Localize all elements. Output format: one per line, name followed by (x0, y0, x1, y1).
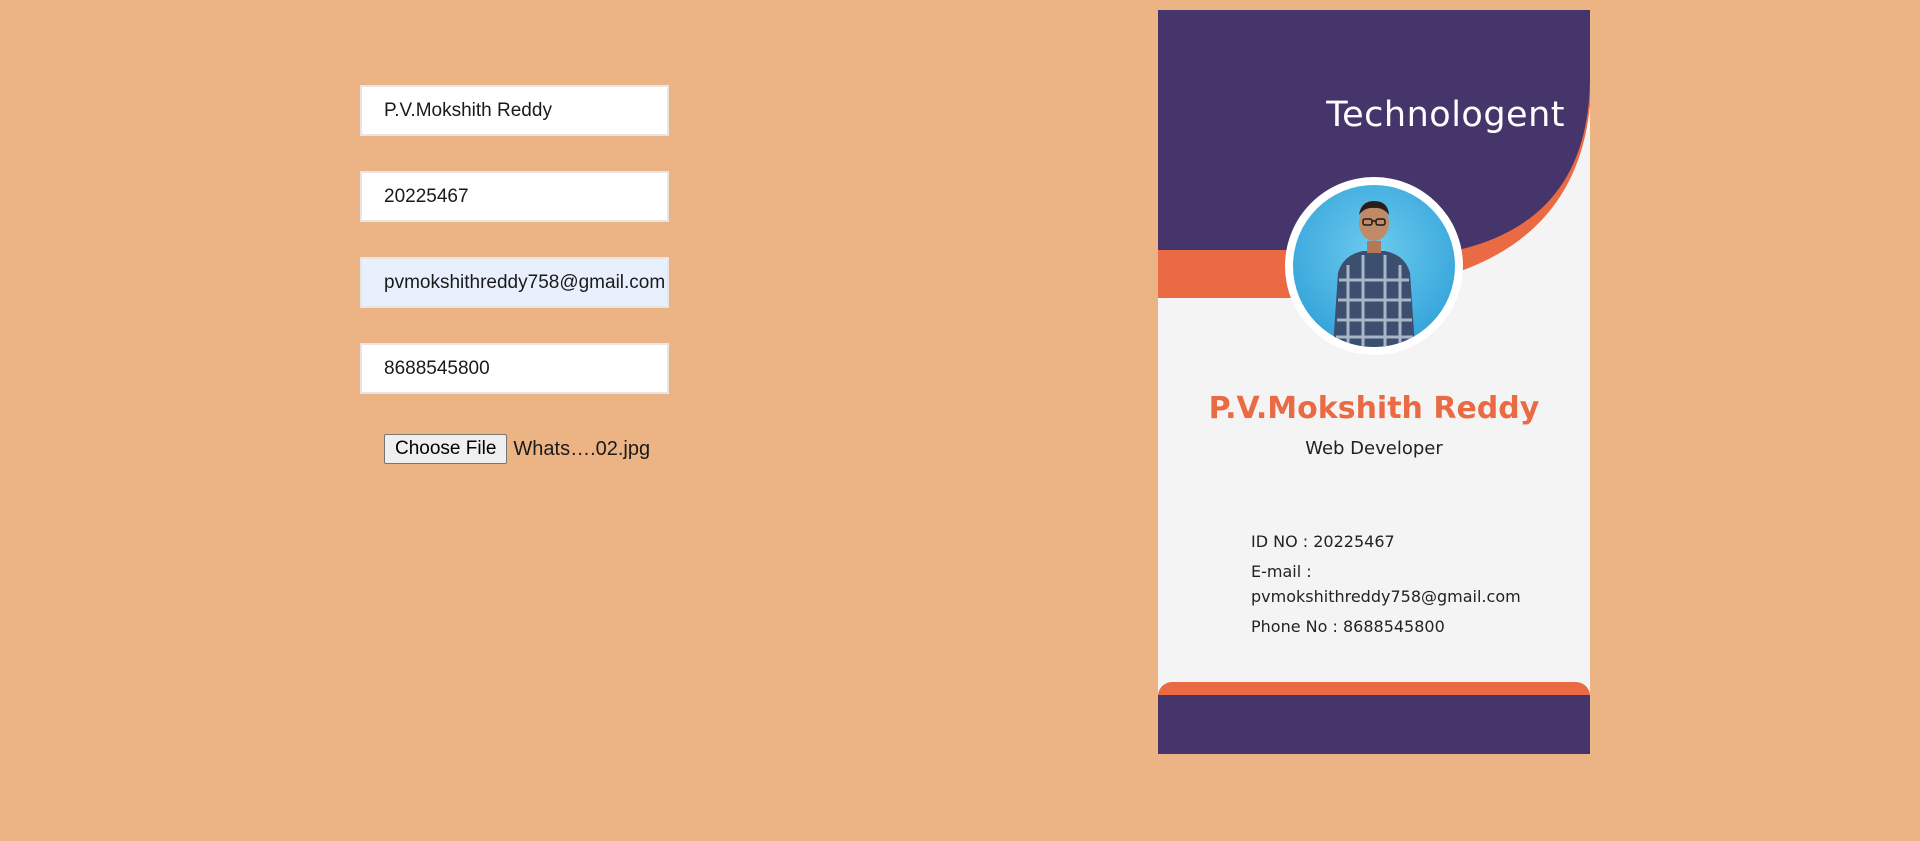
id-card: Technologent P.V.Mokshith Reddy Web Deve… (1158, 10, 1590, 754)
phone-input[interactable] (360, 343, 669, 394)
person-photo-icon (1333, 201, 1415, 347)
card-footer (1158, 695, 1590, 754)
profile-photo (1293, 185, 1455, 347)
choose-file-button[interactable]: Choose File (384, 434, 508, 464)
id-number-input[interactable] (360, 171, 669, 222)
phone-line: Phone No : 8688545800 (1251, 617, 1445, 636)
photo-file-input[interactable]: Choose File Whats….02.jpg (384, 434, 650, 464)
name-input[interactable] (360, 85, 669, 136)
card-holder-role: Web Developer (1305, 438, 1443, 459)
selected-file-name: Whats….02.jpg (513, 437, 651, 460)
email-label: E-mail : (1251, 562, 1312, 581)
email-input[interactable] (360, 257, 669, 308)
email-line: E-mail : pvmokshithreddy758@gmail.com (1251, 559, 1571, 609)
card-details: ID NO : 20225467 E-mail : pvmokshithredd… (1251, 529, 1571, 644)
id-number-line: ID NO : 20225467 (1251, 532, 1395, 551)
card-holder-name: P.V.Mokshith Reddy (1208, 391, 1540, 426)
email-value: pvmokshithreddy758@gmail.com (1251, 587, 1521, 606)
company-brand: Technologent (1326, 95, 1565, 135)
